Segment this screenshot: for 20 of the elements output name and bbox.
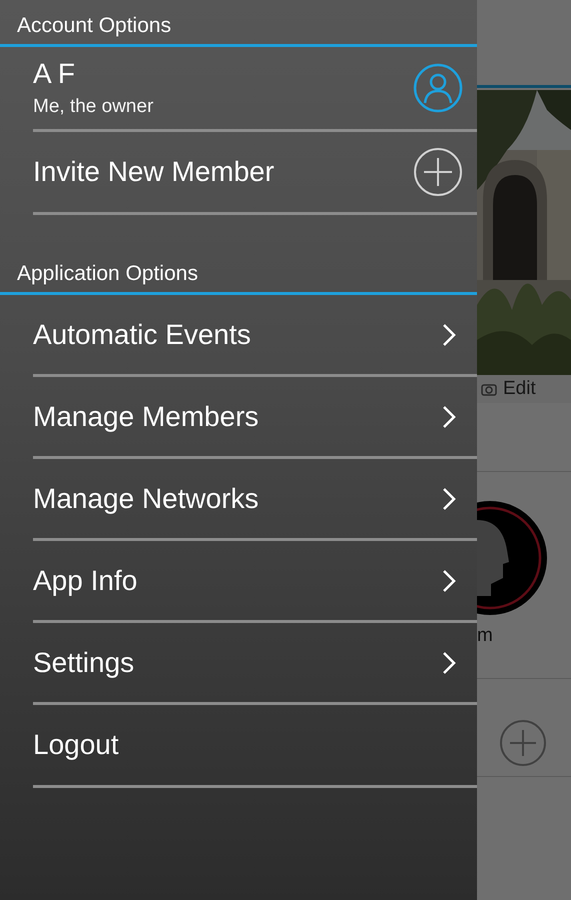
section-header: Application Options: [17, 262, 198, 286]
menu-item[interactable]: Logout: [33, 729, 119, 761]
account-role: Me, the owner: [33, 96, 154, 118]
chevron-right-icon: [441, 404, 457, 428]
account-name: A F: [33, 58, 76, 90]
add-icon[interactable]: [413, 147, 463, 197]
chevron-right-icon: [441, 650, 457, 674]
tile-caption: m: [477, 625, 493, 647]
chevron-right-icon: [441, 486, 457, 510]
camera-icon: [481, 382, 497, 396]
invite-label: Invite New Member: [33, 156, 274, 188]
menu-item[interactable]: Automatic Events: [33, 318, 251, 350]
chevron-right-icon: [441, 568, 457, 592]
menu-item[interactable]: Manage Members: [33, 400, 259, 432]
menu-item[interactable]: Manage Networks: [33, 482, 259, 514]
section-header: Account Options: [17, 14, 172, 38]
menu-item[interactable]: App Info: [33, 564, 138, 596]
menu-item[interactable]: Settings: [33, 646, 134, 678]
user-icon[interactable]: [413, 63, 463, 113]
chevron-right-icon: [441, 322, 457, 346]
